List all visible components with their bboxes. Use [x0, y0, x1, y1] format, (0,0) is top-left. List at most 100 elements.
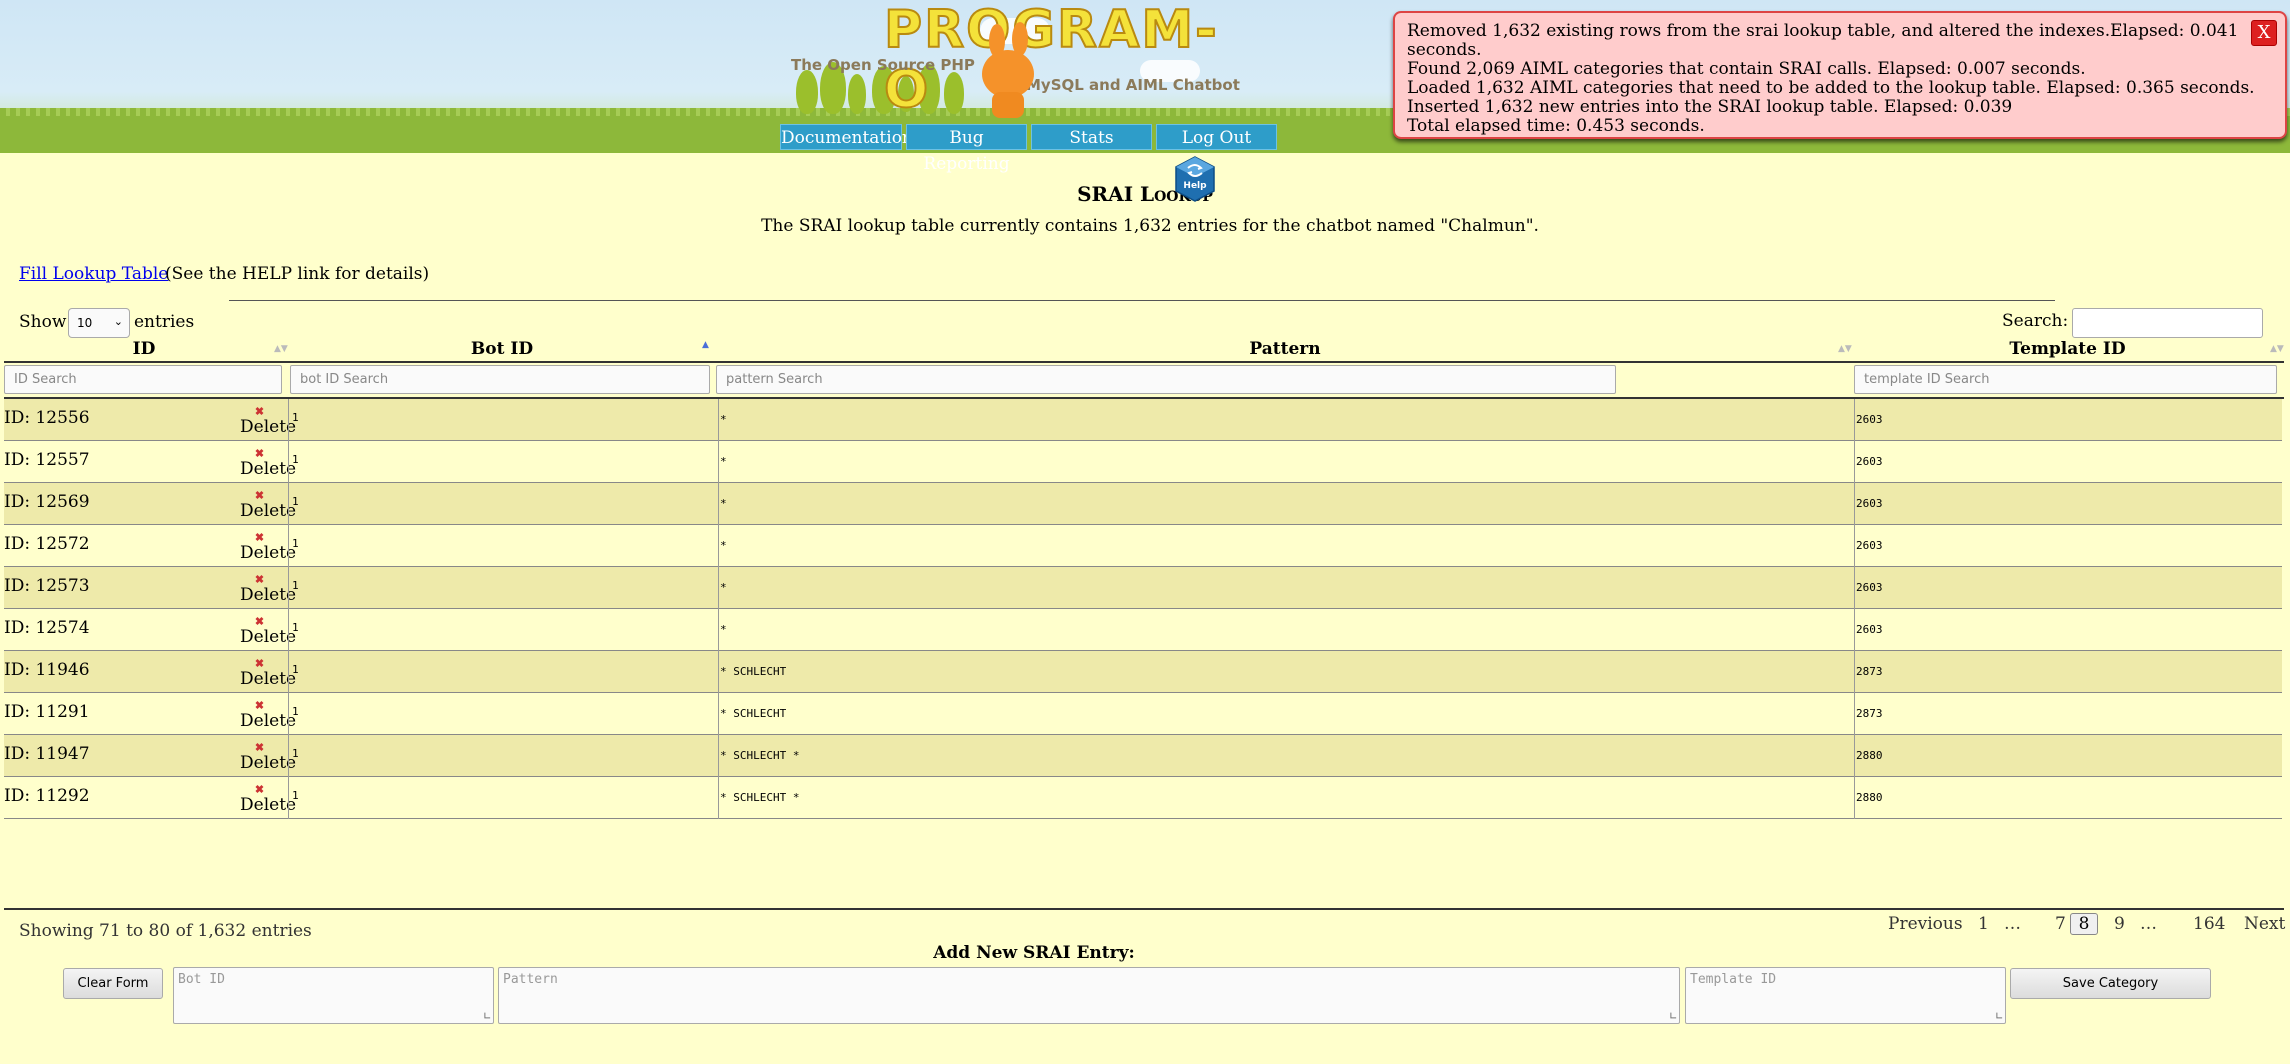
pagination-current-page[interactable]: 8: [2070, 913, 2098, 935]
bot-id-placeholder: Bot ID: [178, 972, 225, 987]
divider: [229, 300, 2055, 301]
search-label: Search:: [2002, 311, 2069, 331]
row-id: ID: 12556: [4, 408, 90, 428]
template-id-field[interactable]: Template ID ∟: [1685, 967, 2006, 1024]
table-row[interactable]: ID: 12569 ✖ Delete 1 * 2603: [4, 483, 2282, 525]
row-template-id: 2603: [1856, 413, 1883, 426]
delete-icon[interactable]: ✖: [254, 658, 265, 669]
row-pattern: *: [720, 455, 727, 468]
page-title: SRAI Lookup: [1077, 182, 1213, 206]
column-divider: [288, 609, 289, 651]
page-description: The SRAI lookup table currently contains…: [761, 216, 1539, 236]
column-divider: [1854, 525, 1855, 567]
row-template-id: 2603: [1856, 497, 1883, 510]
table-row[interactable]: ID: 11947 ✖ Delete 1 * SCHLECHT * 2880: [4, 735, 2282, 777]
pagination-page-7[interactable]: 7: [2055, 914, 2066, 934]
table-row[interactable]: ID: 11946 ✖ Delete 1 * SCHLECHT 2873: [4, 651, 2282, 693]
resize-handle-icon[interactable]: ∟: [1996, 1010, 2003, 1022]
pattern-search-input[interactable]: pattern Search: [716, 365, 1616, 394]
message-line: Removed 1,632 existing rows from the sra…: [1407, 21, 2239, 41]
bot-id-field[interactable]: Bot ID ∟: [173, 967, 494, 1024]
logo-tagline-2: MySQL and AIML Chatbot: [1026, 76, 1240, 94]
table-row[interactable]: ID: 12572 ✖ Delete 1 * 2603: [4, 525, 2282, 567]
row-pattern: *: [720, 581, 727, 594]
nav-stats[interactable]: Stats: [1031, 124, 1152, 150]
page-size-select[interactable]: 10 ⌄: [68, 308, 130, 338]
chevron-down-icon: ⌄: [113, 315, 123, 328]
column-header-template-id[interactable]: Template ID: [1855, 339, 2280, 361]
row-pattern: * SCHLECHT *: [720, 749, 800, 762]
delete-icon[interactable]: ✖: [254, 784, 265, 795]
table-row[interactable]: ID: 12557 ✖ Delete 1 * 2603: [4, 441, 2282, 483]
save-category-button[interactable]: Save Category: [2010, 968, 2211, 999]
template-id-search-input[interactable]: template ID Search: [1854, 365, 2277, 394]
column-divider: [1854, 777, 1855, 819]
column-divider: [718, 441, 719, 483]
pattern-field[interactable]: Pattern ∟: [498, 967, 1680, 1024]
sort-icon: ▲▼: [1838, 344, 1852, 354]
clear-form-button[interactable]: Clear Form: [63, 968, 163, 999]
column-divider: [288, 651, 289, 693]
row-bot-id: 1: [292, 705, 299, 718]
column-divider: [288, 399, 289, 441]
table-row[interactable]: ID: 11291 ✖ Delete 1 * SCHLECHT 2873: [4, 693, 2282, 735]
column-divider: [1854, 651, 1855, 693]
message-line: Total elapsed time: 0.453 seconds.: [1407, 116, 1705, 136]
row-bot-id: 1: [292, 579, 299, 592]
pagination-page-9[interactable]: 9: [2114, 914, 2125, 934]
show-label: Show: [19, 312, 67, 332]
column-divider: [1854, 441, 1855, 483]
sort-icon: ▲▼: [2270, 344, 2284, 354]
row-id: ID: 12573: [4, 576, 90, 596]
column-divider: [288, 483, 289, 525]
sort-icon: ▲▼: [274, 344, 288, 354]
pagination-next[interactable]: Next: [2244, 914, 2285, 934]
row-id: ID: 12574: [4, 618, 90, 638]
delete-icon[interactable]: ✖: [254, 616, 265, 627]
message-line: Found 2,069 AIML categories that contain…: [1407, 59, 2086, 79]
column-divider: [718, 777, 719, 819]
table-row[interactable]: ID: 12556 ✖ Delete 1 * 2603: [4, 399, 2282, 441]
row-template-id: 2873: [1856, 707, 1883, 720]
close-message-button[interactable]: X: [2251, 20, 2277, 46]
search-input[interactable]: [2072, 308, 2263, 338]
column-header-pattern[interactable]: Pattern: [720, 339, 1850, 361]
row-id: ID: 11946: [4, 660, 90, 680]
delete-icon[interactable]: ✖: [254, 574, 265, 585]
pagination-previous[interactable]: Previous: [1888, 914, 1963, 934]
message-line: seconds.: [1407, 40, 1482, 60]
delete-icon[interactable]: ✖: [254, 742, 265, 753]
column-divider: [1854, 609, 1855, 651]
delete-icon[interactable]: ✖: [254, 700, 265, 711]
column-divider: [288, 441, 289, 483]
delete-icon[interactable]: ✖: [254, 406, 265, 417]
column-header-id[interactable]: ID: [4, 339, 284, 361]
delete-icon[interactable]: ✖: [254, 532, 265, 543]
resize-handle-icon[interactable]: ∟: [484, 1010, 491, 1022]
row-pattern: * SCHLECHT: [720, 665, 787, 678]
row-bot-id: 1: [292, 495, 299, 508]
row-id: ID: 12557: [4, 450, 90, 470]
pagination-ellipsis: …: [2140, 914, 2157, 934]
table-row[interactable]: ID: 12573 ✖ Delete 1 * 2603: [4, 567, 2282, 609]
resize-handle-icon[interactable]: ∟: [1670, 1010, 1677, 1022]
entries-label: entries: [134, 312, 195, 332]
pagination-page-1[interactable]: 1: [1978, 914, 1989, 934]
table-row[interactable]: ID: 12574 ✖ Delete 1 * 2603: [4, 609, 2282, 651]
nav-documentation[interactable]: Documentation: [780, 124, 913, 150]
delete-icon[interactable]: ✖: [254, 490, 265, 501]
nav-log-out[interactable]: Log Out: [1156, 124, 1277, 150]
page-size-value: 10: [77, 316, 93, 330]
bot-id-search-input[interactable]: bot ID Search: [290, 365, 710, 394]
table-row[interactable]: ID: 11292 ✖ Delete 1 * SCHLECHT * 2880: [4, 777, 2282, 819]
column-divider: [718, 483, 719, 525]
help-icon[interactable]: Help: [1173, 155, 1217, 203]
column-header-bot-id[interactable]: Bot ID: [288, 339, 716, 361]
add-entry-title: Add New SRAI Entry:: [933, 943, 1135, 963]
sort-ascending-icon: ▲: [702, 340, 709, 350]
id-search-input[interactable]: ID Search: [4, 365, 282, 394]
fill-lookup-table-link[interactable]: Fill Lookup Table: [19, 264, 168, 284]
nav-bug-reporting[interactable]: Bug Reporting: [906, 124, 1027, 174]
pagination-page-164[interactable]: 164: [2193, 914, 2225, 934]
delete-icon[interactable]: ✖: [254, 448, 265, 459]
